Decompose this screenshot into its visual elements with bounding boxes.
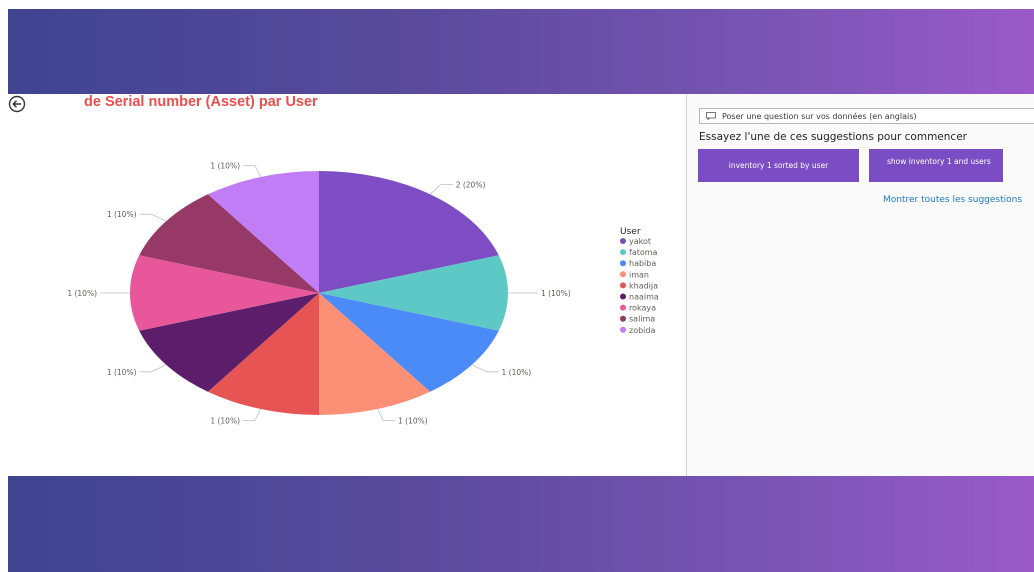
data-label-rokaya: 1 (10%) [67,289,97,298]
leader-line [377,408,395,421]
data-label-habiba: 1 (10%) [502,368,532,377]
legend-item-yakot[interactable]: yakot [629,237,651,246]
qa-hint-text: Essayez l'une de ces suggestions pour co… [699,131,967,143]
legend-marker-rokaya[interactable] [620,304,626,311]
top-banner [8,9,1034,94]
legend-marker-iman[interactable] [620,271,626,278]
report-visual: de Serial number (Asset) par User 2 (20%… [8,94,686,476]
leader-line [139,364,167,373]
qa-question-input[interactable]: Poser une question sur vos données (en a… [699,108,1034,124]
qa-input-placeholder: Poser une question sur vos données (en a… [722,111,917,121]
data-label-fatoma: 1 (10%) [541,289,571,298]
legend-title: User [620,227,641,237]
legend-marker-fatoma[interactable] [620,249,626,256]
legend-item-naaima[interactable]: naaima [629,293,659,302]
data-label-khadija: 1 (10%) [210,416,240,425]
data-label-salima: 1 (10%) [107,210,137,219]
legend-item-rokaya[interactable]: rokaya [629,304,656,313]
legend-marker-yakot[interactable] [620,238,626,244]
legend-item-salima[interactable]: salima [629,315,655,324]
data-label-zobida: 1 (10%) [210,162,240,171]
legend-item-fatoma[interactable]: fatoma [629,248,658,257]
legend-marker-salima[interactable] [620,315,626,322]
data-label-yakot: 2 (20%) [456,181,486,190]
pie-chart: 2 (20%) 1 (10%) 1 (10%) 1 (10%) 1 (10%) 1 (10… [67,162,659,426]
legend-marker-khadija[interactable] [620,282,626,289]
suggestion-button-sorted[interactable]: inventory 1 sorted by user [698,149,859,182]
legend-marker-habiba[interactable] [620,260,626,267]
show-all-suggestions-link[interactable]: Montrer toutes les suggestions [883,195,1022,205]
legend-item-zobida[interactable]: zobida [629,326,655,335]
chat-bubble-icon [706,112,716,120]
legend-item-habiba[interactable]: habiba [629,259,656,268]
leader-line [243,408,261,421]
legend-marker-naaima[interactable] [620,293,626,300]
suggestion-button-show[interactable]: show inventory 1 and users [869,149,1003,182]
legend-item-iman[interactable]: iman [629,270,649,279]
leader-line [139,213,167,222]
qa-panel: Poser une question sur vos données (en a… [687,94,1034,476]
legend-marker-zobida[interactable] [620,326,626,333]
legend-item-khadija[interactable]: khadija [629,281,658,290]
leader-line [243,165,261,178]
leader-line [471,364,499,373]
bottom-banner [8,476,1034,572]
data-label-naaima: 1 (10%) [107,368,137,377]
leader-line [429,184,453,195]
data-label-iman: 1 (10%) [398,416,428,425]
